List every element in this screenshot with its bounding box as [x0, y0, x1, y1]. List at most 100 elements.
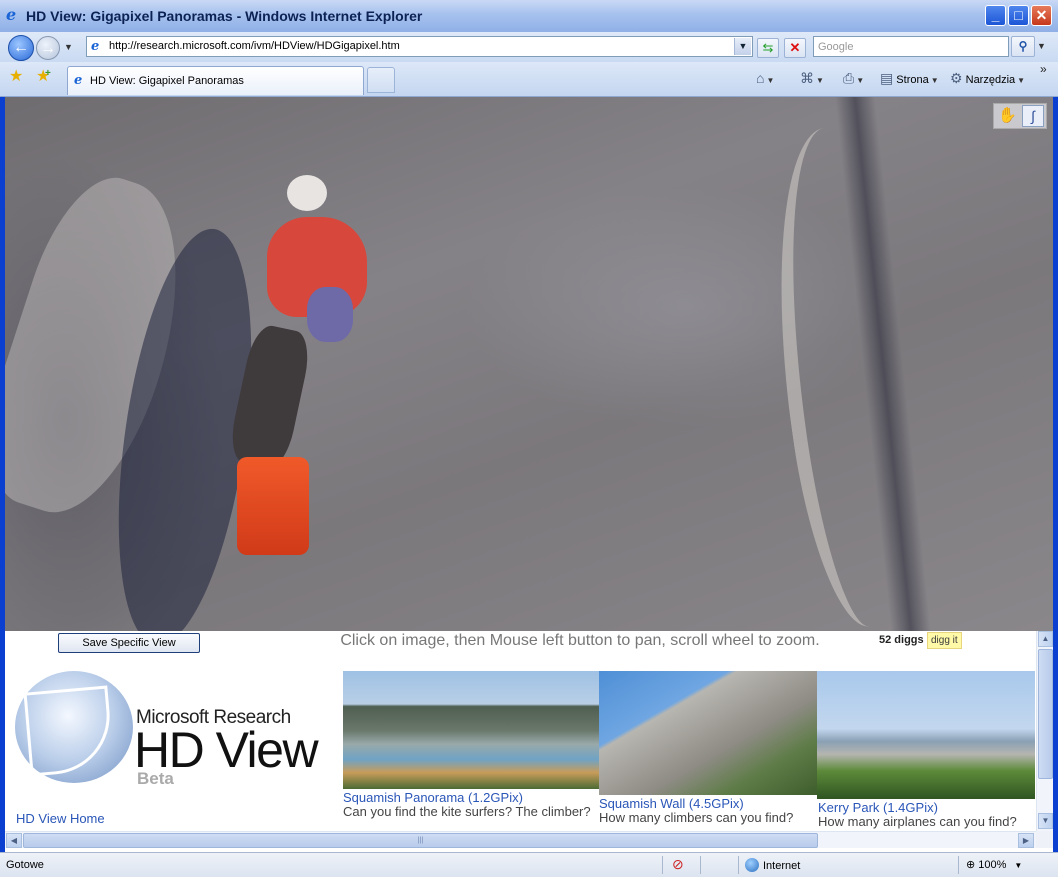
recent-pages-dropdown-icon[interactable]: ▼ [64, 42, 73, 52]
save-specific-view-button[interactable]: Save Specific View [58, 633, 200, 653]
tab-hd-view[interactable]: e HD View: Gigapixel Panoramas [67, 66, 364, 95]
vertical-scrollbar[interactable]: ▲ ▼ [1036, 631, 1053, 831]
tone-curve-icon[interactable]: ∫ [1022, 105, 1044, 127]
horizontal-scroll-thumb[interactable]: ||| [23, 833, 818, 848]
address-url[interactable]: http://research.microsoft.com/ivm/HDView… [109, 40, 400, 52]
horizontal-scrollbar[interactable]: ◀ ||| ▶ [5, 831, 1036, 848]
scroll-right-arrow-icon[interactable]: ▶ [1018, 833, 1034, 848]
digg-it-button[interactable]: digg it [927, 632, 962, 649]
page-menu[interactable]: ▤ Strona ▼ [880, 70, 939, 87]
privacy-blocked-icon[interactable]: ⊘ [672, 856, 684, 873]
panorama-description: How many climbers can you find? [599, 810, 794, 825]
add-favorites-star-icon[interactable]: ★ + [36, 68, 51, 86]
vertical-scroll-thumb[interactable] [1038, 649, 1053, 779]
digg-count: 52 diggs [879, 634, 924, 646]
panorama-caption: Kerry Park (1.4GPix) How many airplanes … [818, 801, 1040, 829]
hd-view-logo: Microsoft Research HD View Beta [15, 671, 345, 821]
chevron-down-icon: ▼ [1017, 76, 1026, 85]
close-button[interactable]: ✕ [1031, 5, 1052, 26]
close-icon: ✕ [1035, 7, 1048, 23]
security-zone-label: Internet [763, 860, 801, 872]
stop-button[interactable]: ✕ [784, 38, 806, 58]
home-button[interactable]: ⌂ ▼ [756, 70, 774, 86]
refresh-button[interactable]: ⇆ [757, 38, 779, 58]
chevron-down-icon: ▼ [766, 76, 775, 85]
squamish-wall-thumbnail[interactable] [599, 671, 817, 795]
search-button[interactable]: ⚲ [1011, 36, 1035, 57]
home-icon: ⌂ [756, 70, 765, 86]
browser-window: e HD View: Gigapixel Panoramas - Windows… [0, 0, 1058, 877]
hd-view-image-viewer[interactable]: ✋ ∫ [5, 97, 1053, 631]
favorites-center-star-icon[interactable]: ★ [9, 68, 23, 86]
page-menu-icon: ▤ [880, 70, 894, 86]
squamish-panorama-thumbnail[interactable] [343, 671, 599, 789]
arrow-left-icon: ← [13, 39, 29, 56]
back-button[interactable]: ← [8, 35, 34, 61]
title-bar[interactable]: e HD View: Gigapixel Panoramas - Windows… [0, 0, 1058, 33]
forward-button[interactable]: → [36, 36, 60, 60]
chevron-down-icon: ▼ [1014, 861, 1023, 870]
status-divider [958, 856, 959, 874]
panorama-caption: Squamish Panorama (1.2GPix) Can you find… [343, 791, 593, 819]
print-button[interactable]: ⎙ ▼ [843, 70, 864, 87]
rss-feed-icon: ⌘ [800, 70, 814, 86]
hd-view-home-link[interactable]: HD View Home [16, 811, 105, 826]
more-commands-chevron-icon[interactable]: » [1040, 62, 1047, 76]
page-icon: e [74, 73, 83, 88]
window-title: HD View: Gigapixel Panoramas - Windows I… [26, 8, 423, 24]
minimize-button[interactable]: _ [985, 5, 1006, 26]
panorama-description: How many airplanes can you find? [818, 814, 1017, 829]
panorama-link[interactable]: Squamish Panorama (1.2GPix) [343, 791, 593, 805]
maximize-button[interactable]: □ [1008, 5, 1029, 26]
status-bar: Gotowe ⊘ Internet ⊕ 100% ▼ [0, 852, 1058, 877]
status-divider [662, 856, 663, 874]
zoom-magnifier-icon: ⊕ [966, 859, 976, 871]
globe-icon [745, 858, 759, 872]
page-content: ✋ ∫ Save Specific View Click on image, t… [5, 97, 1053, 852]
chevron-down-icon: ▼ [856, 76, 865, 85]
panorama-link[interactable]: Squamish Wall (4.5GPix) [599, 797, 821, 811]
climber-gear-pack [307, 287, 353, 342]
printer-icon: ⎙ [843, 70, 855, 86]
search-options-dropdown-icon[interactable]: ▼ [1037, 41, 1046, 51]
lower-panel: Save Specific View Click on image, then … [5, 631, 1035, 831]
panorama-description: Can you find the kite surfers? The climb… [343, 804, 591, 819]
security-zone[interactable]: Internet [745, 858, 800, 872]
tab-label: HD View: Gigapixel Panoramas [90, 75, 244, 87]
new-tab-button[interactable] [367, 67, 395, 93]
chevron-down-icon: ▼ [816, 76, 824, 85]
viewer-toolbar: ✋ ∫ [993, 103, 1047, 129]
navigation-bar: ← → ▼ e http://research.microsoft.com/iv… [0, 32, 1058, 62]
minimize-icon: _ [991, 7, 1000, 23]
arrow-right-icon: → [40, 40, 56, 57]
search-placeholder: Google [818, 41, 854, 53]
viewer-instructions: Click on image, then Mouse left button t… [340, 632, 820, 649]
feeds-button[interactable]: ⌘ ▼ [800, 70, 824, 87]
tools-menu-label: Narzędzia [965, 74, 1016, 86]
scroll-down-arrow-icon[interactable]: ▼ [1038, 813, 1053, 829]
scroll-left-arrow-icon[interactable]: ◀ [6, 833, 22, 848]
search-input[interactable]: Google [813, 36, 1009, 57]
maximize-icon: □ [1014, 7, 1023, 23]
chevron-down-icon: ▼ [930, 76, 939, 85]
climber-helmet [287, 175, 327, 211]
status-divider [738, 856, 739, 874]
logo-beta-badge: Beta [137, 769, 174, 788]
panorama-caption: Squamish Wall (4.5GPix) How many climber… [599, 797, 821, 825]
tools-menu[interactable]: ⚙ Narzędzia ▼ [950, 70, 1025, 87]
address-dropdown-icon[interactable]: ▼ [734, 38, 751, 55]
page-icon: e [91, 39, 100, 54]
panorama-link[interactable]: Kerry Park (1.4GPix) [818, 801, 1040, 815]
kerry-park-thumbnail[interactable] [817, 671, 1035, 799]
tab-bar: ★ ★ + e HD View: Gigapixel Panoramas ⌂ ▼ ⌘… [0, 62, 1058, 97]
ie-logo-icon: e [6, 5, 17, 24]
orange-haul-bag [237, 457, 309, 555]
scroll-up-arrow-icon[interactable]: ▲ [1038, 631, 1053, 647]
hd-view-globe-icon [15, 671, 133, 783]
gear-icon: ⚙ [950, 70, 963, 86]
zoom-level[interactable]: ⊕ 100% ▼ [966, 858, 1022, 871]
pan-hand-icon[interactable]: ✋ [998, 106, 1017, 124]
page-menu-label: Strona [896, 74, 929, 86]
status-divider [700, 856, 701, 874]
address-bar[interactable]: e http://research.microsoft.com/ivm/HDVi… [86, 36, 753, 57]
